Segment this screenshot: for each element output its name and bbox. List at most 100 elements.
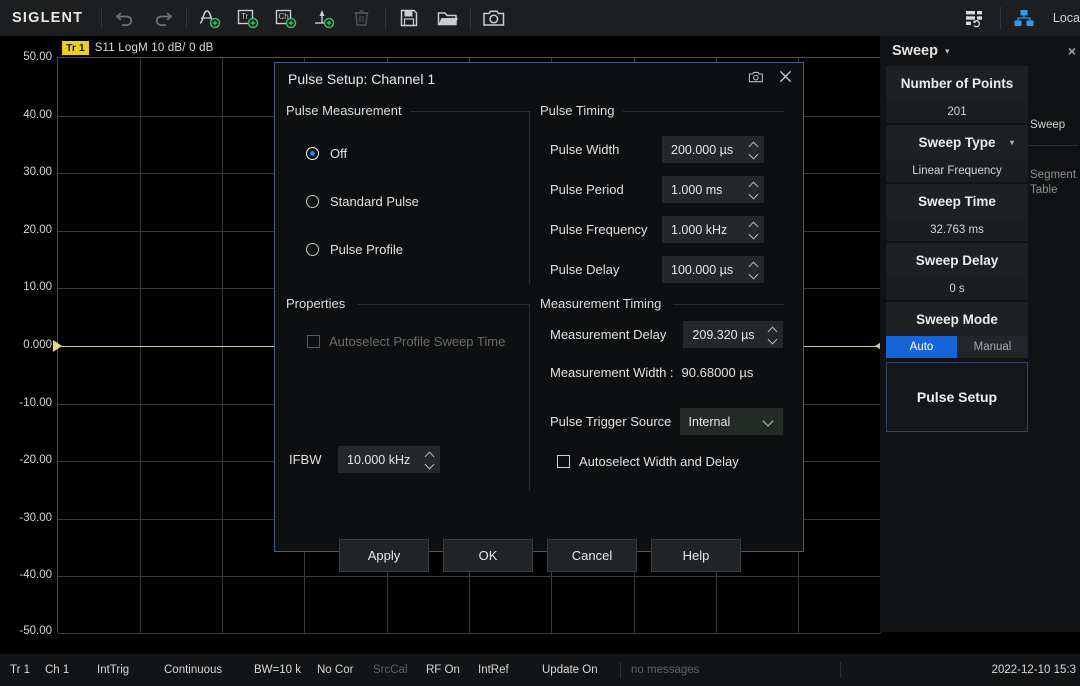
autoselect-profile-sweep-time-checkbox — [307, 335, 320, 348]
help-button[interactable]: Help — [651, 539, 741, 572]
number-of-points-label: Number of Points — [901, 76, 1014, 91]
sweep-mode-manual[interactable]: Manual — [957, 336, 1028, 358]
chevron-up-icon[interactable] — [769, 327, 778, 332]
autoselect-width-and-delay-row[interactable]: Autoselect Width and Delay — [557, 454, 739, 469]
open-icon[interactable] — [428, 1, 466, 35]
trace-label[interactable]: Tr 1 S11 LogM 10 dB/ 0 dB — [62, 41, 214, 55]
toolbar-divider — [385, 7, 386, 29]
ok-button[interactable]: OK — [443, 539, 533, 572]
chevron-down-icon[interactable] — [764, 417, 774, 423]
status-update[interactable]: Update On — [542, 664, 610, 676]
status-channel[interactable]: Ch 1 — [45, 664, 97, 676]
menu-item-segment-table[interactable]: Segment Table — [1028, 164, 1080, 202]
pulse-setup-button[interactable]: Pulse Setup — [886, 362, 1028, 432]
status-bandwidth[interactable]: BW=10 k — [254, 664, 317, 676]
radio-off[interactable]: Off — [306, 146, 347, 161]
radio-pulse-profile[interactable]: Pulse Profile — [306, 242, 403, 257]
pulse-period-stepper[interactable] — [750, 176, 759, 203]
trace-badge[interactable]: Tr 1 — [62, 41, 89, 55]
ifbw-input[interactable]: 10.000 kHz — [338, 446, 440, 473]
status-source-cal[interactable]: SrcCal — [373, 664, 426, 676]
chevron-down-icon[interactable] — [750, 272, 759, 277]
redo-icon[interactable] — [144, 1, 182, 35]
close-icon[interactable] — [778, 69, 793, 87]
ifbw-stepper[interactable] — [426, 446, 435, 473]
dialog-title: Pulse Setup: Channel 1 — [288, 71, 435, 87]
chevron-up-icon[interactable] — [426, 452, 435, 457]
number-of-points-button[interactable]: Number of Points — [886, 66, 1028, 100]
autoselect-width-and-delay-checkbox[interactable] — [557, 455, 570, 468]
sweep-time-button[interactable]: Sweep Time — [886, 184, 1028, 218]
ifbw-label: IFBW — [289, 452, 338, 467]
pulse-frequency-input[interactable]: 1.000 kHz — [662, 216, 764, 243]
screenshot-icon[interactable] — [748, 70, 764, 87]
add-marker-icon[interactable] — [305, 1, 343, 35]
y-tick: -10.00 — [19, 397, 52, 409]
measurement-delay-stepper[interactable] — [769, 321, 778, 348]
measurement-width-value: 90.68000 µs — [682, 365, 754, 380]
chevron-down-icon[interactable] — [769, 337, 778, 342]
cancel-button[interactable]: Cancel — [547, 539, 637, 572]
sweep-type-value[interactable]: Linear Frequency — [886, 159, 1028, 182]
delete-icon[interactable] — [343, 1, 381, 35]
pulse-frequency-stepper[interactable] — [750, 216, 759, 243]
add-trace-icon[interactable]: Tr — [229, 1, 267, 35]
measurement-delay-input[interactable]: 209.320 µs — [683, 321, 783, 348]
sweep-mode-auto[interactable]: Auto — [886, 336, 957, 358]
chevron-down-icon[interactable] — [750, 192, 759, 197]
radio-pulse-profile-indicator[interactable] — [306, 243, 319, 256]
add-trace-response-icon[interactable] — [191, 1, 229, 35]
status-correction[interactable]: No Cor — [317, 664, 373, 676]
measurement-timing-group: Measurement Timing Measurement Delay 209… — [540, 304, 784, 491]
pulse-width-input[interactable]: 200.000 µs — [662, 136, 764, 163]
pulse-period-input[interactable]: 1.000 ms — [662, 176, 764, 203]
pulse-delay-input[interactable]: 100.000 µs — [662, 256, 764, 283]
radio-pulse-profile-label: Pulse Profile — [330, 242, 403, 257]
pulse-trigger-source-select[interactable]: Internal — [680, 408, 783, 435]
status-trace[interactable]: Tr 1 — [0, 664, 45, 676]
sweep-delay-value[interactable]: 0 s — [886, 277, 1028, 300]
save-icon[interactable] — [390, 1, 428, 35]
status-rf-state[interactable]: RF On — [426, 664, 478, 676]
sweep-type-button[interactable]: Sweep Type ▾ — [886, 125, 1028, 159]
menu-item-sweep[interactable]: Sweep — [1028, 114, 1080, 137]
pulse-width-label: Pulse Width — [550, 142, 662, 157]
add-channel-icon[interactable]: Ch — [267, 1, 305, 35]
dialog-title-bar[interactable]: Pulse Setup: Channel 1 — [275, 63, 803, 95]
status-trigger[interactable]: IntTrig — [97, 664, 164, 676]
chevron-down-icon[interactable] — [426, 462, 435, 467]
network-icon[interactable] — [1005, 1, 1043, 35]
pulse-measurement-legend: Pulse Measurement — [286, 103, 410, 118]
pulse-trigger-source-value: Internal — [689, 415, 731, 429]
number-of-points-value[interactable]: 201 — [886, 100, 1028, 123]
apply-button[interactable]: Apply — [339, 539, 429, 572]
chevron-up-icon[interactable] — [750, 262, 759, 267]
toolbar-divider — [186, 7, 187, 29]
radio-standard-pulse[interactable]: Standard Pulse — [306, 194, 419, 209]
screenshot-icon[interactable] — [475, 1, 513, 35]
measurement-width-label: Measurement Width : — [550, 365, 674, 380]
sweep-controls: Number of Points 201 Sweep Type ▾ Linear… — [880, 66, 1028, 432]
measurement-width-row: Measurement Width : 90.68000 µs — [550, 365, 753, 380]
sweep-time-value[interactable]: 32.763 ms — [886, 218, 1028, 241]
status-sweep-mode[interactable]: Continuous — [164, 664, 254, 676]
chevron-down-icon[interactable]: ▾ — [1010, 138, 1014, 147]
chevron-down-icon[interactable] — [750, 152, 759, 157]
layout-icon[interactable] — [958, 1, 996, 35]
chevron-down-icon[interactable] — [750, 232, 759, 237]
chevron-down-icon[interactable]: ▾ — [945, 46, 950, 57]
radio-off-indicator[interactable] — [306, 147, 319, 160]
chevron-up-icon[interactable] — [750, 182, 759, 187]
chevron-up-icon[interactable] — [750, 222, 759, 227]
pulse-delay-stepper[interactable] — [750, 256, 759, 283]
sweep-panel-header[interactable]: Sweep ▾ × — [880, 36, 1080, 66]
close-icon[interactable]: × — [1068, 43, 1076, 59]
pulse-width-stepper[interactable] — [750, 136, 759, 163]
status-reference[interactable]: IntRef — [478, 664, 542, 676]
undo-icon[interactable] — [106, 1, 144, 35]
measurement-timing-legend: Measurement Timing — [540, 296, 669, 311]
radio-standard-pulse-indicator[interactable] — [306, 195, 319, 208]
marker-left-icon[interactable] — [53, 340, 62, 352]
chevron-up-icon[interactable] — [750, 142, 759, 147]
sweep-delay-button[interactable]: Sweep Delay — [886, 243, 1028, 277]
